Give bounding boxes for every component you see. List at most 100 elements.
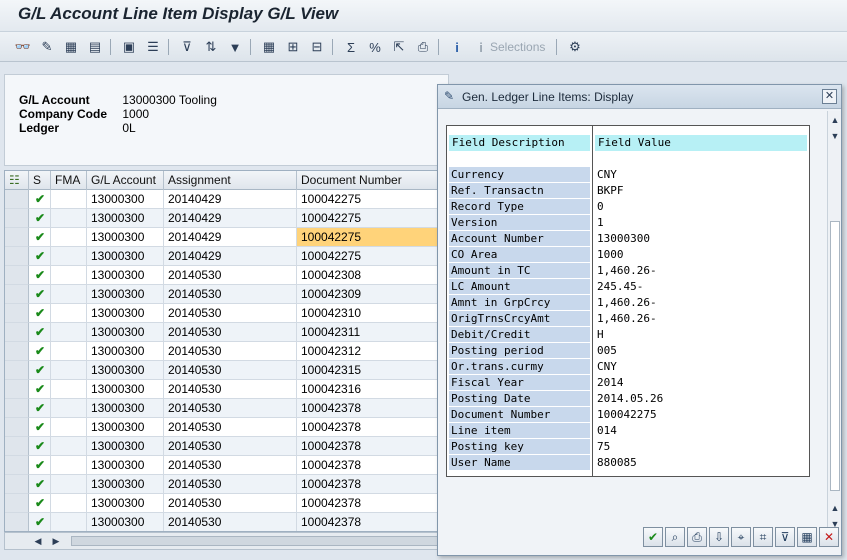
row-selector[interactable] <box>5 323 29 342</box>
find-next-icon[interactable]: ⌖ <box>731 527 751 547</box>
row-selector[interactable] <box>5 418 29 437</box>
cancel-icon[interactable]: ✕ <box>819 527 839 547</box>
table-row[interactable]: ✔ 13000300 20140530 100042378 <box>5 475 443 494</box>
grid-horizontal-scrollbar[interactable]: ◀ ▶ <box>4 532 444 550</box>
table-row[interactable]: ✔ 13000300 20140530 100042309 <box>5 285 443 304</box>
table-row[interactable]: ✔ 13000300 20140530 100042378 <box>5 437 443 456</box>
row-selector[interactable] <box>5 190 29 209</box>
table-row[interactable]: ✔ 13000300 20140530 100042378 <box>5 418 443 437</box>
layout-change-icon[interactable]: ⊞ <box>284 38 302 56</box>
scrollbar-thumb[interactable] <box>71 536 441 546</box>
print-icon[interactable]: ⎙ <box>414 38 432 56</box>
assignment-cell: 20140530 <box>164 266 297 285</box>
row-selector[interactable] <box>5 247 29 266</box>
table-row[interactable]: ✔ 13000300 20140530 100042378 <box>5 513 443 531</box>
document-number-cell: 100042378 <box>297 399 443 418</box>
fma-cell <box>51 304 87 323</box>
glasses-icon[interactable]: 👓 <box>14 38 32 56</box>
table-row[interactable]: ✔ 13000300 20140530 100042312 <box>5 342 443 361</box>
layout-icon[interactable]: ▦ <box>797 527 817 547</box>
dialog-vertical-scrollbar[interactable]: ▲ ▼ ▲ ▼ <box>827 111 841 535</box>
settings-icon[interactable]: ⚙ <box>566 38 584 56</box>
filter-set-icon[interactable]: ▼ <box>226 38 244 56</box>
find-icon[interactable]: ⌕ <box>665 527 685 547</box>
row-selector[interactable] <box>5 456 29 475</box>
list-icon[interactable]: ☰ <box>144 38 162 56</box>
status-check-icon: ✔ <box>29 494 51 513</box>
table-row[interactable]: ✔ 13000300 20140530 100042378 <box>5 399 443 418</box>
field-value: 0 <box>595 199 807 214</box>
pencil-icon[interactable]: ✎ <box>38 38 56 56</box>
field-value: 13000300 <box>595 231 807 246</box>
document-details-icon[interactable]: ▣ <box>120 38 138 56</box>
table-row[interactable]: ✔ 13000300 20140530 100042378 <box>5 456 443 475</box>
confirm-icon[interactable]: ✔ <box>643 527 663 547</box>
row-selector[interactable] <box>5 494 29 513</box>
row-selector[interactable] <box>5 266 29 285</box>
info-icon[interactable]: i <box>448 38 466 56</box>
grid-icon[interactable]: ▦ <box>62 38 80 56</box>
field-value: CNY <box>595 359 807 374</box>
column-header-status[interactable]: S <box>29 171 51 190</box>
document-number-cell: 100042312 <box>297 342 443 361</box>
assignment-cell: 20140429 <box>164 247 297 266</box>
selections-label[interactable]: Selections <box>490 40 545 54</box>
select-all-icon[interactable]: ☷ <box>5 171 29 190</box>
table-row[interactable]: ✔ 13000300 20140530 100042315 <box>5 361 443 380</box>
document-icon[interactable]: ▤ <box>86 38 104 56</box>
column-header-fma[interactable]: FMA <box>51 171 87 190</box>
sum-icon[interactable]: Σ <box>342 38 360 56</box>
sort-icon[interactable]: ⇅ <box>202 38 220 56</box>
row-selector[interactable] <box>5 380 29 399</box>
field-description: Posting Date <box>449 391 590 406</box>
table-row[interactable]: ✔ 13000300 20140429 100042275 <box>5 247 443 266</box>
find-all-icon[interactable]: ⌗ <box>753 527 773 547</box>
column-header-assignment[interactable]: Assignment <box>164 171 297 190</box>
filter-icon[interactable]: ⊽ <box>775 527 795 547</box>
document-number-cell: 100042275 <box>297 228 443 247</box>
scroll-up-icon[interactable]: ▲ <box>828 113 842 127</box>
filter-icon[interactable]: ⊽ <box>178 38 196 56</box>
row-selector[interactable] <box>5 475 29 494</box>
row-selector[interactable] <box>5 361 29 380</box>
column-header-gl-account[interactable]: G/L Account <box>87 171 164 190</box>
assignment-cell: 20140429 <box>164 228 297 247</box>
table-row[interactable]: ✔ 13000300 20140530 100042308 <box>5 266 443 285</box>
table-row[interactable]: ✔ 13000300 20140429 100042275 <box>5 190 443 209</box>
row-selector[interactable] <box>5 285 29 304</box>
row-selector[interactable] <box>5 399 29 418</box>
scroll-right-icon[interactable]: ▶ <box>49 534 63 548</box>
status-check-icon: ✔ <box>29 285 51 304</box>
fma-cell <box>51 228 87 247</box>
document-number-cell: 100042378 <box>297 437 443 456</box>
subtotal-icon[interactable]: % <box>366 38 384 56</box>
table-row[interactable]: ✔ 13000300 20140530 100042378 <box>5 494 443 513</box>
table-row[interactable]: ✔ 13000300 20140530 100042311 <box>5 323 443 342</box>
layout-save-icon[interactable]: ⊟ <box>308 38 326 56</box>
column-header-document-number[interactable]: Document Number <box>297 171 443 190</box>
export-icon[interactable]: ⇱ <box>390 38 408 56</box>
dialog-scrollbar-thumb[interactable] <box>830 221 840 491</box>
row-selector[interactable] <box>5 304 29 323</box>
scroll-page-up-icon[interactable]: ▲ <box>828 501 842 515</box>
row-selector[interactable] <box>5 342 29 361</box>
row-selector[interactable] <box>5 228 29 247</box>
field-value: 2014 <box>595 375 807 390</box>
row-selector[interactable] <box>5 437 29 456</box>
layout-icon[interactable]: ▦ <box>260 38 278 56</box>
table-row[interactable]: ✔ 13000300 20140429 100042275 <box>5 209 443 228</box>
field-description: CO Area <box>449 247 590 262</box>
scroll-down-icon[interactable]: ▼ <box>828 129 842 143</box>
table-row[interactable]: ✔ 13000300 20140530 100042316 <box>5 380 443 399</box>
gl-account-cell: 13000300 <box>87 380 164 399</box>
scroll-left-icon[interactable]: ◀ <box>31 534 45 548</box>
table-row[interactable]: ✔ 13000300 20140429 100042275 <box>5 228 443 247</box>
download-icon[interactable]: ⇩ <box>709 527 729 547</box>
account-header-panel: G/L Account 13000300 Tooling Company Cod… <box>4 74 449 166</box>
selections-icon[interactable]: i <box>472 38 490 56</box>
print-icon[interactable]: ⎙ <box>687 527 707 547</box>
close-button[interactable]: ✕ <box>822 89 837 104</box>
row-selector[interactable] <box>5 209 29 228</box>
row-selector[interactable] <box>5 513 29 531</box>
table-row[interactable]: ✔ 13000300 20140530 100042310 <box>5 304 443 323</box>
